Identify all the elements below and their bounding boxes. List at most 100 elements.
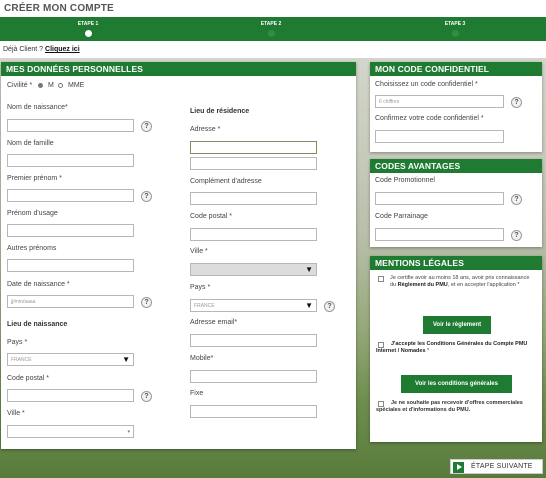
promo-code-input[interactable] — [375, 192, 504, 205]
age-certify-checkbox[interactable] — [378, 276, 384, 282]
code-choose-label: Choisissez un code confidentiel * — [375, 81, 478, 88]
civility-mme-label: MME — [68, 82, 85, 89]
mobile-input[interactable] — [190, 370, 317, 383]
accept-conditions-text-b: * — [425, 348, 430, 354]
address-line2-input[interactable] — [190, 157, 317, 170]
address-complement-input[interactable] — [190, 192, 317, 205]
help-icon[interactable]: ? — [511, 97, 522, 108]
next-step-button[interactable]: ÉTAPE SUIVANTE — [450, 459, 543, 474]
confidential-code-panel: MON CODE CONFIDENTIEL Choisissez un code… — [370, 62, 542, 152]
other-names-input[interactable] — [7, 259, 134, 272]
pmu-rules-text: Règlement du PMU — [397, 282, 448, 288]
address-label: Adresse * — [190, 126, 221, 133]
birth-postal-label: Code postal * — [7, 375, 50, 382]
mobile-label: Mobile* — [190, 355, 214, 362]
birth-date-label: Date de naissance * — [7, 281, 70, 288]
age-certify-text: Je certifie avoir au moins 18 ans, avoir… — [390, 275, 534, 289]
email-label: Adresse email* — [190, 319, 238, 326]
legal-panel: MENTIONS LÉGALES Je certifie avoir au mo… — [370, 256, 542, 442]
step-2-dot-icon — [267, 30, 275, 37]
chevron-down-icon: ▼ — [305, 301, 313, 310]
landline-label: Fixe — [190, 390, 204, 397]
promo-code-label: Code Promotionnel — [375, 177, 435, 184]
address-input[interactable] — [190, 141, 317, 154]
first-name-label: Premier prénom * — [7, 175, 62, 182]
step-1-dot-icon — [84, 30, 92, 37]
birth-country-label: Pays * — [7, 339, 28, 346]
code-input[interactable]: 6 chiffres — [375, 95, 504, 108]
code-confirm-label: Confirmez votre code confidentiel * — [375, 115, 484, 122]
help-icon[interactable]: ? — [511, 230, 522, 241]
chevron-down-icon: ▼ — [305, 265, 313, 274]
birth-date-input[interactable]: jj/mm/aaaa — [7, 295, 134, 308]
help-icon[interactable]: ? — [324, 301, 335, 312]
birth-place-title: Lieu de naissance — [7, 321, 68, 328]
step-3-label: ETAPE 3 — [444, 21, 466, 27]
step-1: ETAPE 1 — [58, 21, 118, 37]
civility-mme-radio[interactable] — [58, 83, 63, 88]
step-3-dot-icon — [451, 30, 459, 37]
residence-country-label: Pays * — [190, 284, 211, 291]
view-conditions-button[interactable]: Voir les conditions générales — [401, 375, 512, 393]
personal-data-title: MES DONNÉES PERSONNELLES — [1, 62, 356, 76]
promo-codes-title: CODES AVANTAGES — [370, 159, 542, 173]
email-input[interactable] — [190, 334, 317, 347]
residence-city-select[interactable]: ▼ — [190, 263, 317, 276]
view-rules-button[interactable]: Voir le règlement — [423, 316, 491, 334]
chevron-down-icon: ▼ — [122, 355, 130, 364]
personal-data-panel: MES DONNÉES PERSONNELLES Civilité * M MM… — [1, 62, 356, 449]
civility-m-radio[interactable] — [38, 83, 43, 88]
residence-title: Lieu de résidence — [190, 108, 250, 115]
family-name-label: Nom de famille — [7, 140, 54, 147]
other-names-label: Autres prénoms — [7, 245, 57, 252]
already-client-label: Déjà Client ? — [3, 46, 44, 53]
referral-code-label: Code Parrainage — [375, 213, 428, 220]
residence-country-select[interactable]: FRANCE ▼ — [190, 299, 317, 312]
accept-conditions-text-a: J'accepte les Conditions Générales du Co… — [376, 341, 528, 354]
code-confirm-input[interactable] — [375, 130, 504, 143]
residence-postal-label: Code postal * — [190, 213, 233, 220]
referral-code-input[interactable] — [375, 228, 504, 241]
play-arrow-icon — [453, 462, 464, 473]
steps-bar: ETAPE 1 ETAPE 2 ETAPE 3 — [0, 17, 546, 41]
first-name-input[interactable] — [7, 189, 134, 202]
step-3: ETAPE 3 — [425, 21, 485, 37]
page-title: CRÉER MON COMPTE — [4, 3, 114, 14]
age-certify-text-c: , et en accepter l'application * — [447, 282, 520, 288]
step-2: ETAPE 2 — [241, 21, 301, 37]
confidential-code-title: MON CODE CONFIDENTIEL — [370, 62, 542, 76]
login-link[interactable]: Cliquez ici — [45, 46, 80, 53]
residence-city-label: Ville * — [190, 248, 208, 255]
help-icon[interactable]: ? — [141, 191, 152, 202]
landline-input[interactable] — [190, 405, 317, 418]
chevron-down-icon: ▾ — [127, 429, 130, 435]
help-icon[interactable]: ? — [511, 194, 522, 205]
legal-title: MENTIONS LÉGALES — [370, 256, 542, 270]
address-complement-label: Complément d'adresse — [190, 178, 262, 185]
birth-city-select[interactable]: ▾ — [7, 425, 134, 438]
residence-country-value: FRANCE — [194, 303, 215, 309]
birth-postal-input[interactable] — [7, 389, 134, 402]
help-icon[interactable]: ? — [141, 297, 152, 308]
accept-conditions-text: J'accepte les Conditions Générales du Co… — [376, 341, 536, 355]
step-1-label: ETAPE 1 — [77, 21, 99, 27]
promo-codes-panel: CODES AVANTAGES Code Promotionnel ? Code… — [370, 159, 542, 247]
family-name-input[interactable] — [7, 154, 134, 167]
already-client-text: Déjà Client ? Cliquez ici — [3, 46, 80, 53]
civility-m-label: M — [48, 82, 54, 89]
no-offers-text: Je ne souhaite pas recevoir d'offres com… — [376, 400, 523, 413]
civility-label: Civilité * — [7, 82, 33, 89]
birth-city-label: Ville * — [7, 410, 25, 417]
page-header: CRÉER MON COMPTE — [0, 0, 546, 17]
birth-country-select[interactable]: FRANCE ▼ — [7, 353, 134, 366]
birth-name-label: Nom de naissance* — [7, 104, 68, 111]
residence-postal-input[interactable] — [190, 228, 317, 241]
help-icon[interactable]: ? — [141, 391, 152, 402]
usage-name-input[interactable] — [7, 224, 134, 237]
next-step-label: ÉTAPE SUIVANTE — [471, 463, 533, 470]
step-2-label: ETAPE 2 — [260, 21, 282, 27]
help-icon[interactable]: ? — [141, 121, 152, 132]
birth-name-input[interactable] — [7, 119, 134, 132]
usage-name-label: Prénom d'usage — [7, 210, 58, 217]
birth-country-value: FRANCE — [11, 357, 32, 363]
